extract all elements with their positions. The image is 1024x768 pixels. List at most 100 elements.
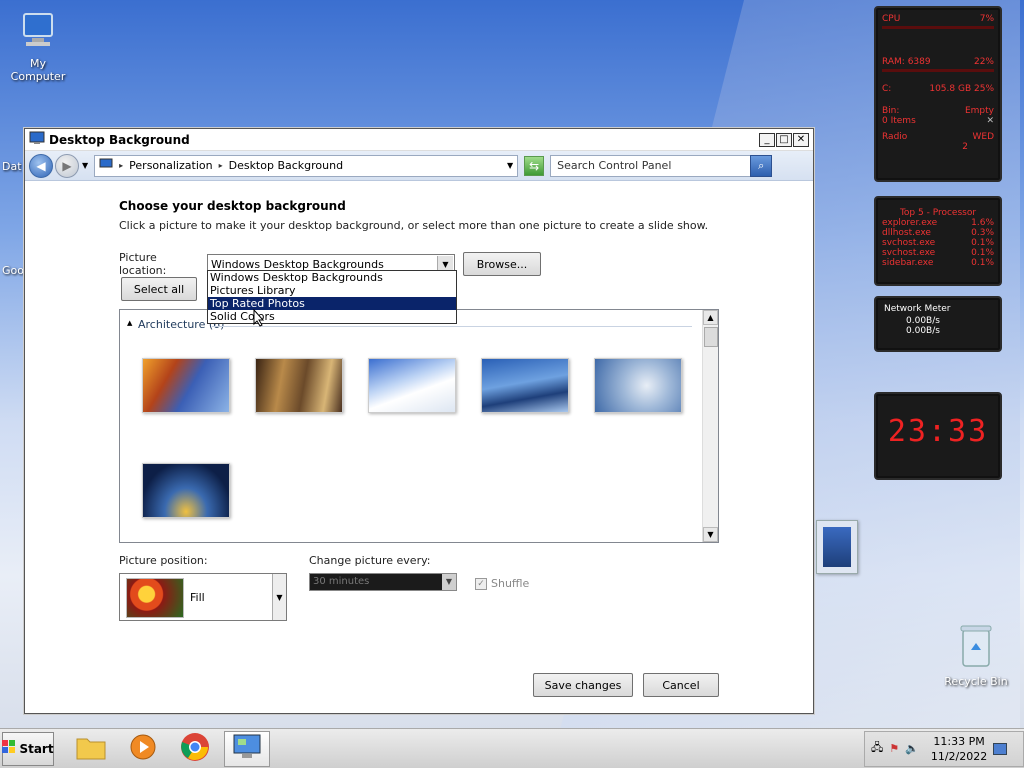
browse-button[interactable]: Browse... <box>463 252 541 276</box>
picture-gallery: ▲ Architecture (6) ▲ ▼ <box>119 309 719 543</box>
picture-location-value: Windows Desktop Backgrounds <box>211 257 384 271</box>
process-row: sidebar.exe 0.1% <box>882 258 994 268</box>
ram-bar <box>882 69 994 72</box>
shuffle-checkbox[interactable]: ✓ Shuffle <box>475 577 529 590</box>
header-text: Choose your desktop background Click a p… <box>119 199 719 232</box>
address-dropdown-icon[interactable]: ▼ <box>507 161 513 170</box>
wallpaper-thumbnail[interactable] <box>255 358 343 413</box>
maximize-button[interactable]: □ <box>776 132 792 147</box>
taskbar-explorer[interactable] <box>68 731 114 767</box>
bin-label: Bin: <box>882 106 900 116</box>
day-label: WED <box>972 132 994 142</box>
chevron-down-icon[interactable]: ▼ <box>442 574 456 590</box>
picture-location-dropdown: Windows Desktop Backgrounds Pictures Lib… <box>207 270 457 324</box>
desktop-icon-label: My Computer <box>10 57 66 83</box>
select-all-button[interactable]: Select all <box>121 277 197 301</box>
computer-icon <box>4 10 72 53</box>
save-changes-button[interactable]: Save changes <box>533 673 633 697</box>
taskbar-media-player[interactable] <box>120 731 166 767</box>
change-picture-select[interactable]: 30 minutes ▼ <box>309 573 457 591</box>
disk-value: 105.8 GB 25% <box>929 84 994 94</box>
refresh-button[interactable]: ⇆ <box>524 155 545 176</box>
dropdown-option-top-rated-photos[interactable]: Top Rated Photos <box>208 297 456 310</box>
bin-value: Empty <box>964 106 994 116</box>
process-row: svchost.exe 0.1% <box>882 238 994 248</box>
forward-button[interactable]: ▶ <box>55 153 79 178</box>
scroll-up-icon[interactable]: ▲ <box>703 310 718 325</box>
action-center-icon[interactable]: ⚑ <box>889 742 899 755</box>
picture-position-value: Fill <box>190 591 205 604</box>
radio-label: Radio <box>882 132 908 142</box>
start-label: Start <box>19 741 54 756</box>
back-arrow-icon: ◀ <box>36 158 46 173</box>
breadcrumb[interactable]: ▸ Personalization ▸ Desktop Background ▼ <box>94 154 519 177</box>
refresh-icon: ⇆ <box>529 158 540 173</box>
dropdown-option-pictures-library[interactable]: Pictures Library <box>208 284 456 297</box>
desktop-icon-partial-data[interactable]: Data <box>2 160 22 173</box>
network-meter-gadget[interactable]: Network Meter 0.00B/s 0.00B/s <box>874 296 1002 352</box>
network-icon[interactable]: 🖧 <box>871 739 883 758</box>
chrome-icon <box>180 732 210 765</box>
wallpaper-thumbnail[interactable] <box>142 358 230 413</box>
scroll-thumb[interactable] <box>704 327 718 347</box>
top-processes-gadget[interactable]: Top 5 - Processor explorer.exe 1.6% dllho… <box>874 196 1002 286</box>
wallpaper-thumbnail[interactable] <box>594 358 682 413</box>
start-button[interactable]: Start <box>2 731 54 766</box>
position-preview-image <box>126 578 184 618</box>
chevron-right-icon[interactable]: ▸ <box>219 161 223 170</box>
breadcrumb-item-personalization[interactable]: Personalization <box>129 159 212 172</box>
network-down: 0.00B/s <box>906 316 940 326</box>
search-button[interactable]: ⌕ <box>750 154 773 177</box>
scroll-down-icon[interactable]: ▼ <box>703 527 718 542</box>
cpu-label: CPU <box>882 14 901 24</box>
volume-icon[interactable]: 🔈 <box>905 742 919 755</box>
minimize-button[interactable]: _ <box>759 132 775 147</box>
folder-icon <box>75 733 107 764</box>
windows-logo-icon <box>2 740 16 757</box>
recycle-bin-icon <box>944 624 1008 671</box>
ram-value: 22% <box>973 57 994 67</box>
gallery-scrollbar[interactable]: ▲ ▼ <box>702 310 718 542</box>
picture-position-select[interactable]: Fill ▼ <box>119 573 287 621</box>
title-bar[interactable]: Desktop Background _ □ ✕ <box>25 129 813 151</box>
history-dropdown-icon[interactable]: ▼ <box>82 161 88 170</box>
page-title: Choose your desktop background <box>119 199 346 213</box>
system-monitor-gadget[interactable]: CPU 7% RAM: 6389 22% C: 105.8 GB 25% Bin: Em… <box>874 6 1002 182</box>
taskbar-control-panel[interactable] <box>224 730 270 767</box>
desktop-background-window: Desktop Background _ □ ✕ ◀ ▶ ▼ ▸ Persona… <box>24 128 814 714</box>
change-picture-label: Change picture every: <box>309 554 431 567</box>
breadcrumb-item-desktop-background[interactable]: Desktop Background <box>229 159 344 172</box>
wallpaper-thumbnail[interactable] <box>142 463 230 518</box>
tray-clock[interactable]: 11:33 PM 11/2/2022 <box>931 734 987 764</box>
search-input[interactable]: Search Control Panel ⌕ <box>550 154 773 177</box>
show-desktop-icon[interactable] <box>993 742 1008 755</box>
search-placeholder: Search Control Panel <box>557 159 672 172</box>
desktop-icon-partial-google[interactable]: Goo <box>2 264 24 277</box>
close-icon[interactable]: ✕ <box>986 116 994 126</box>
desktop-icon-recycle-bin[interactable]: Recycle Bin <box>944 624 1008 688</box>
desktop-icon-my-computer[interactable]: My Computer <box>4 10 72 83</box>
close-button[interactable]: ✕ <box>793 132 809 147</box>
cancel-button[interactable]: Cancel <box>643 673 719 697</box>
shuffle-label: Shuffle <box>491 577 530 590</box>
wallpaper-thumbnail[interactable] <box>368 358 456 413</box>
tray-date: 11/2/2022 <box>930 749 988 763</box>
desktop-shortcut-icon[interactable] <box>816 520 858 574</box>
disk-label: C: <box>882 84 892 94</box>
clock-gadget[interactable]: 23:33 <box>874 392 1002 480</box>
mouse-cursor-icon <box>253 308 265 330</box>
chevron-right-icon[interactable]: ▸ <box>119 161 123 170</box>
chevron-down-icon[interactable]: ▼ <box>272 574 286 620</box>
taskbar-chrome[interactable] <box>172 731 218 767</box>
checkbox-checked-icon[interactable]: ✓ <box>475 577 487 590</box>
wallpaper-thumbnail[interactable] <box>481 358 569 413</box>
dropdown-option-solid-colors[interactable]: Solid Colors <box>208 310 456 323</box>
network-title: Network Meter <box>884 304 951 314</box>
collapse-icon[interactable]: ▲ <box>127 319 132 327</box>
dropdown-option-windows-desktop-backgrounds[interactable]: Windows Desktop Backgrounds <box>208 271 456 284</box>
process-row: svchost.exe 0.1% <box>882 248 994 258</box>
ram-label: RAM: 6389 <box>882 57 931 67</box>
bin-items: 0 Items <box>882 116 916 126</box>
back-button[interactable]: ◀ <box>29 153 53 178</box>
desktop-icon-label: Data <box>2 160 22 173</box>
